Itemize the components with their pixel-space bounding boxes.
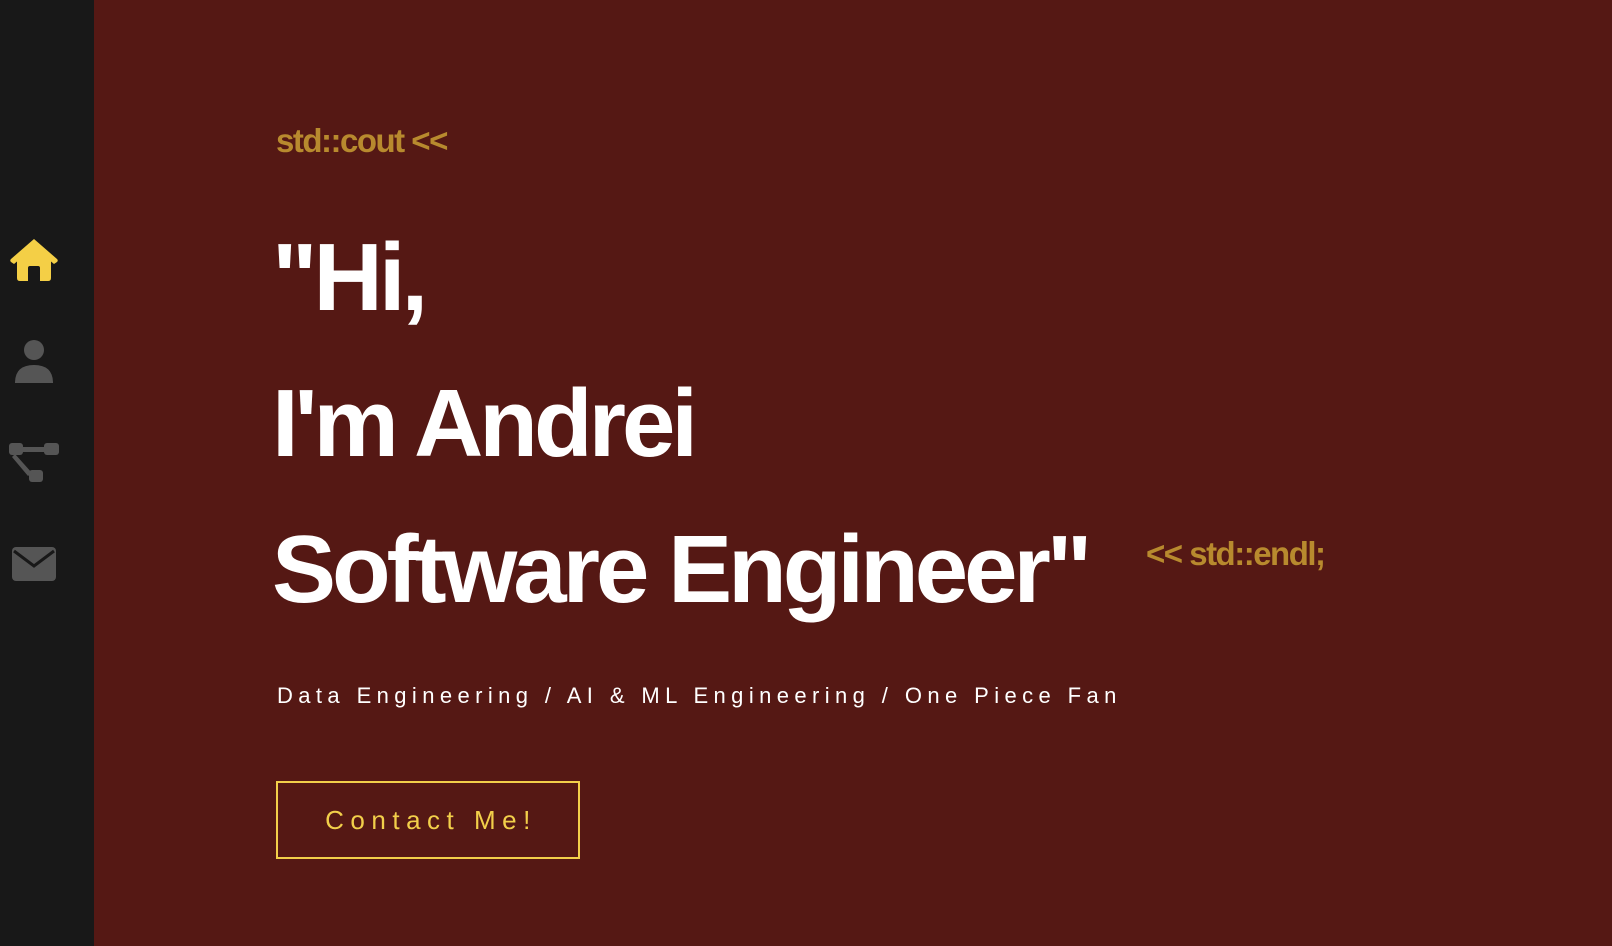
sidebar-nav	[0, 0, 94, 946]
code-suffix: << std::endl;	[1146, 535, 1326, 572]
nav-contact[interactable]	[0, 536, 68, 592]
tagline: Data Engineering / AI & ML Engineering /…	[277, 683, 1122, 708]
headline-line-2: I'm Andrei	[272, 370, 698, 477]
sitemap-icon	[9, 443, 59, 482]
contact-me-button[interactable]: Contact Me!	[276, 781, 580, 859]
envelope-icon	[12, 547, 56, 581]
nav-projects[interactable]	[0, 435, 68, 491]
nav-home[interactable]	[0, 232, 68, 288]
headline-line-3: Software Engineer"	[272, 516, 1092, 623]
user-icon	[15, 340, 53, 383]
nav-about[interactable]	[0, 334, 68, 390]
code-prefix: std::cout <<	[276, 122, 448, 159]
home-icon	[10, 239, 58, 281]
headline-line-1: "Hi,	[272, 224, 428, 331]
